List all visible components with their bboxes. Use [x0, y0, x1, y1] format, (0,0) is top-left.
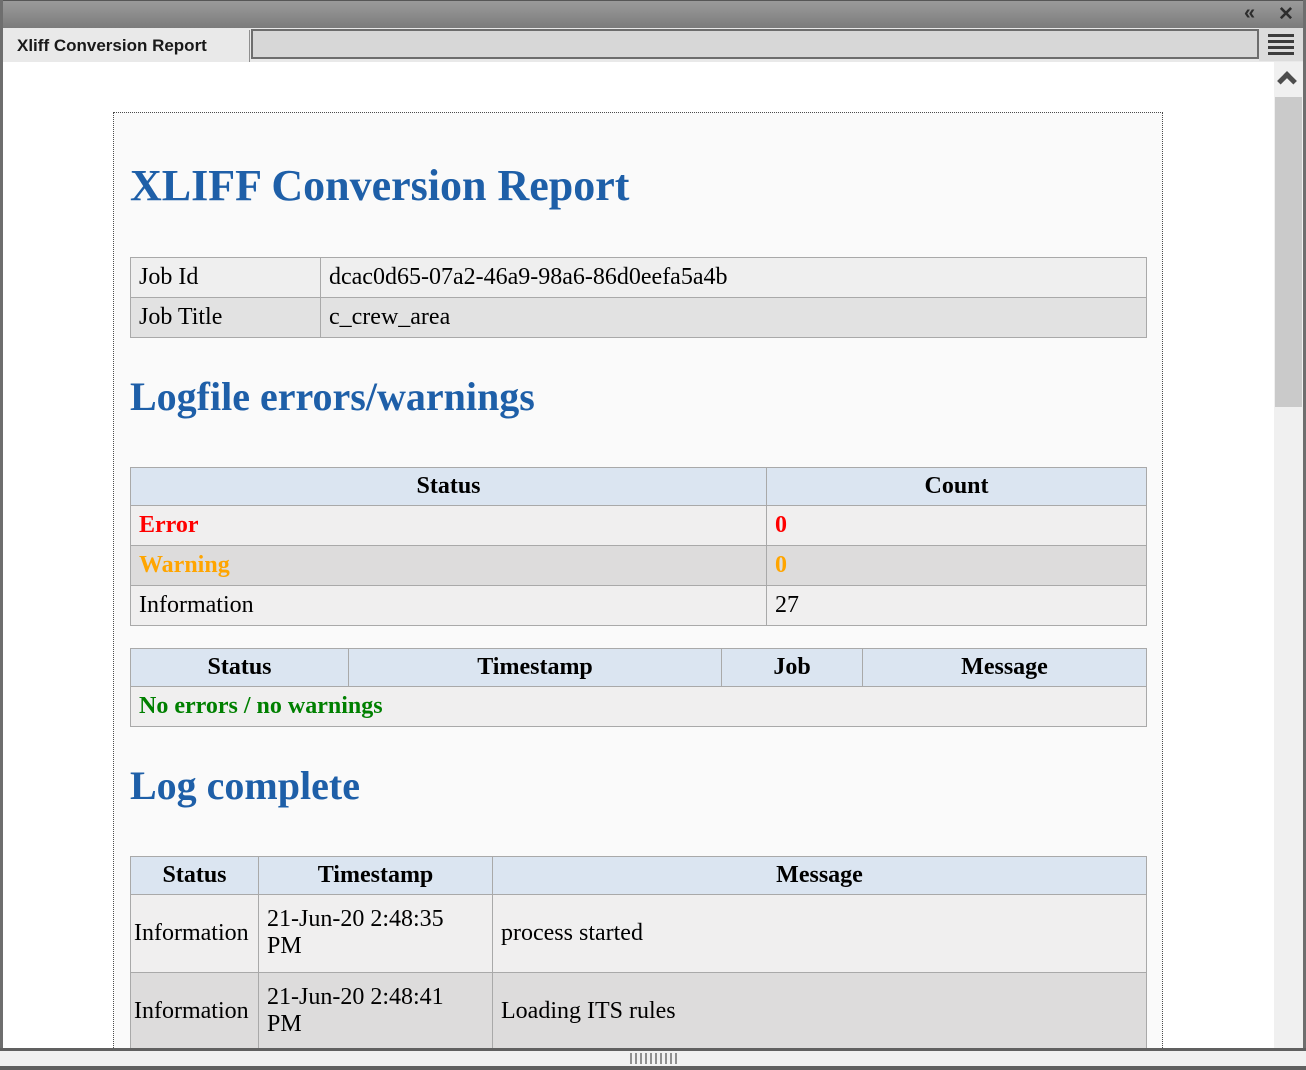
log-complete-table: Status Timestamp Message Information 21-… — [130, 856, 1147, 1048]
table-header-row: Status Timestamp Job Message — [131, 648, 1147, 686]
table-row: Job Id dcac0d65-07a2-46a9-98a6-86d0eefa5… — [131, 257, 1147, 297]
logfile-section-heading: Logfile errors/warnings — [130, 374, 1147, 420]
status-error: Error — [131, 505, 767, 545]
tab-strip: Xliff Conversion Report — [3, 28, 1303, 62]
panel-menu-button[interactable] — [1259, 28, 1303, 61]
column-header-status: Status — [131, 856, 259, 894]
chevron-up-icon — [1277, 71, 1297, 91]
job-id-value: dcac0d65-07a2-46a9-98a6-86d0eefa5a4b — [321, 257, 1147, 297]
report-title: XLIFF Conversion Report — [130, 161, 1147, 212]
tab-xliff-conversion-report[interactable]: Xliff Conversion Report — [3, 30, 250, 62]
log-timestamp: 21-Jun-20 2:48:41 PM — [259, 972, 493, 1048]
warning-count: 0 — [767, 545, 1147, 585]
scrollbar-thumb[interactable] — [1275, 97, 1302, 407]
job-title-value: c_crew_area — [321, 297, 1147, 337]
table-row: Error 0 — [131, 505, 1147, 545]
table-row: Information 21-Jun-20 2:48:41 PM Loading… — [131, 972, 1147, 1048]
table-row: Warning 0 — [131, 545, 1147, 585]
column-header-message: Message — [863, 648, 1147, 686]
panel-window: « ✕ Xliff Conversion Report XLIFF Conver… — [0, 0, 1306, 1070]
column-header-count: Count — [767, 467, 1147, 505]
column-header-message: Message — [493, 856, 1147, 894]
report-document: XLIFF Conversion Report Job Id dcac0d65-… — [113, 112, 1163, 1048]
table-header-row: Status Count — [131, 467, 1147, 505]
column-header-timestamp: Timestamp — [259, 856, 493, 894]
job-info-table: Job Id dcac0d65-07a2-46a9-98a6-86d0eefa5… — [130, 257, 1147, 338]
titlebar: « ✕ — [0, 0, 1306, 28]
information-count: 27 — [767, 585, 1147, 625]
scroll-up-button[interactable] — [1274, 62, 1303, 96]
bottom-resize-bar — [0, 1048, 1306, 1070]
column-header-job: Job — [722, 648, 863, 686]
close-icon[interactable]: ✕ — [1271, 2, 1301, 27]
column-header-status: Status — [131, 648, 349, 686]
error-count: 0 — [767, 505, 1147, 545]
log-message: Loading ITS rules — [493, 972, 1147, 1048]
drag-handle[interactable] — [630, 1053, 677, 1064]
column-header-timestamp: Timestamp — [349, 648, 722, 686]
log-status: Information — [131, 972, 259, 1048]
job-title-label: Job Title — [131, 297, 321, 337]
status-warning: Warning — [131, 545, 767, 585]
status-count-table: Status Count Error 0 Warning 0 Informati… — [130, 467, 1147, 626]
errors-warnings-table: Status Timestamp Job Message No errors /… — [130, 648, 1147, 727]
no-errors-message: No errors / no warnings — [131, 686, 1147, 726]
hamburger-menu-icon — [1268, 34, 1294, 55]
table-row: Information 21-Jun-20 2:48:35 PM process… — [131, 894, 1147, 972]
table-row: No errors / no warnings — [131, 686, 1147, 726]
job-id-label: Job Id — [131, 257, 321, 297]
vertical-scrollbar[interactable] — [1274, 62, 1303, 1048]
collapse-panel-icon[interactable]: « — [1232, 2, 1268, 27]
log-status: Information — [131, 894, 259, 972]
status-information: Information — [131, 585, 767, 625]
log-message: process started — [493, 894, 1147, 972]
table-header-row: Status Timestamp Message — [131, 856, 1147, 894]
table-row: Information 27 — [131, 585, 1147, 625]
tab-strip-empty-area — [251, 29, 1259, 59]
log-complete-heading: Log complete — [130, 763, 1147, 809]
log-timestamp: 21-Jun-20 2:48:35 PM — [259, 894, 493, 972]
column-header-status: Status — [131, 467, 767, 505]
panel-content: XLIFF Conversion Report Job Id dcac0d65-… — [3, 62, 1274, 1048]
table-row: Job Title c_crew_area — [131, 297, 1147, 337]
